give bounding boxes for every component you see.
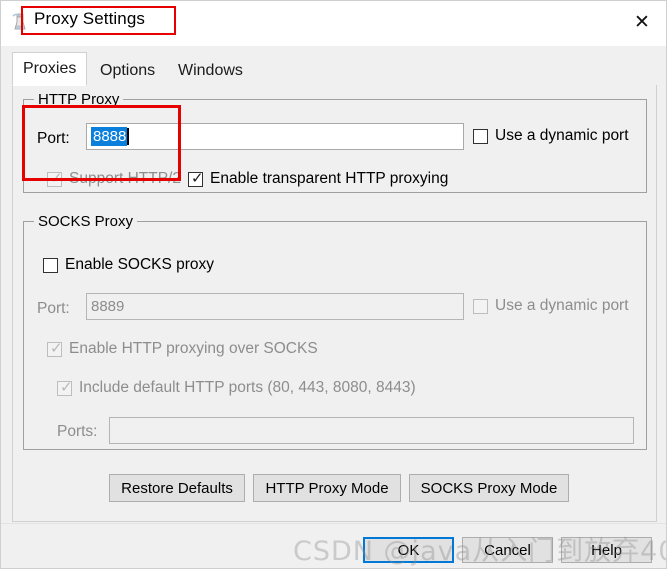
proxies-pane: HTTP Proxy Port: 8888 Use a dynamic port… (12, 85, 657, 522)
footer-separator (1, 523, 666, 524)
checkbox-box (473, 128, 488, 144)
http-over-socks-checkbox[interactable]: ✓ Enable HTTP proxying over SOCKS (47, 340, 318, 358)
http-proxy-mode-button[interactable]: HTTP Proxy Mode (253, 474, 401, 502)
check-icon: ✓ (50, 169, 63, 187)
cancel-button[interactable]: Cancel (462, 537, 553, 563)
http-port-label: Port: (37, 130, 70, 147)
close-icon[interactable]: ✕ (622, 6, 662, 38)
check-icon: ✓ (191, 169, 204, 187)
window-title: Proxy Settings (34, 9, 146, 28)
restore-defaults-button[interactable]: Restore Defaults (109, 474, 245, 502)
socks-ports-input[interactable] (109, 417, 634, 444)
tab-options[interactable]: Options (89, 55, 166, 85)
default-http-ports-label: Include default HTTP ports (80, 443, 808… (79, 379, 416, 396)
proxy-settings-window: Proxy Settings ✕ Proxies Options Windows… (0, 0, 667, 569)
ok-button[interactable]: OK (363, 537, 454, 563)
socks-port-input[interactable]: 8889 (86, 293, 464, 320)
tab-windows[interactable]: Windows (167, 55, 254, 85)
tab-proxies[interactable]: Proxies (12, 52, 88, 86)
socks-proxy-mode-button[interactable]: SOCKS Proxy Mode (409, 474, 569, 502)
http-dynamic-port-checkbox[interactable]: Use a dynamic port (473, 127, 629, 145)
support-http2-checkbox[interactable]: ✓ Support HTTP/2 (47, 170, 181, 188)
text-caret (127, 128, 130, 145)
socks-proxy-group-title: SOCKS Proxy (34, 213, 138, 230)
http-over-socks-label: Enable HTTP proxying over SOCKS (69, 340, 318, 357)
socks-ports-label: Ports: (57, 423, 98, 440)
transparent-proxying-label: Enable transparent HTTP proxying (210, 170, 449, 187)
socks-port-value: 8889 (91, 298, 125, 315)
http-port-input[interactable]: 8888 (86, 123, 464, 150)
check-icon: ✓ (50, 339, 63, 357)
checkbox-box: ✓ (47, 339, 63, 357)
check-icon: ✓ (60, 378, 73, 396)
checkbox-box: ✓ (188, 169, 204, 187)
transparent-proxying-checkbox[interactable]: ✓ Enable transparent HTTP proxying (188, 170, 448, 188)
help-button[interactable]: Help (561, 537, 652, 563)
http-port-value: 8888 (91, 127, 128, 146)
checkbox-box (473, 298, 488, 314)
socks-port-label: Port: (37, 300, 70, 317)
checkbox-box: ✓ (47, 169, 63, 187)
enable-socks-proxy-label: Enable SOCKS proxy (65, 256, 215, 273)
socks-dynamic-port-label: Use a dynamic port (495, 297, 629, 314)
support-http2-label: Support HTTP/2 (69, 170, 181, 187)
default-http-ports-checkbox[interactable]: ✓ Include default HTTP ports (80, 443, 8… (57, 379, 416, 397)
socks-dynamic-port-checkbox[interactable]: Use a dynamic port (473, 297, 629, 315)
fiddler-proxy-icon (11, 12, 29, 32)
enable-socks-proxy-checkbox[interactable]: Enable SOCKS proxy (43, 256, 214, 274)
http-proxy-group-title: HTTP Proxy (34, 91, 124, 108)
title-bar: Proxy Settings ✕ (1, 1, 666, 46)
http-dynamic-port-label: Use a dynamic port (495, 127, 629, 144)
checkbox-box (43, 257, 58, 273)
tab-strip: Proxies Options Windows (12, 52, 657, 86)
checkbox-box: ✓ (57, 378, 73, 396)
